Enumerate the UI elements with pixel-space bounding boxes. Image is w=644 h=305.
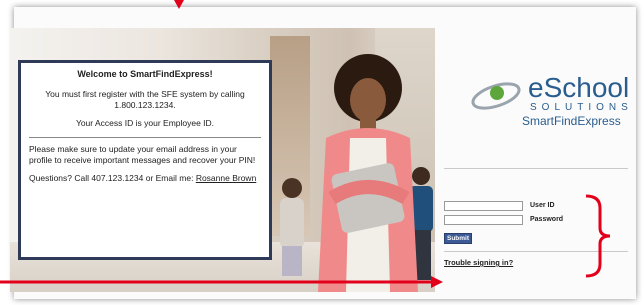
register-line: You must first register with the SFE sys…: [29, 89, 261, 110]
eschool-logo: eSchool SOLUTIONS SmartFindExpress: [470, 72, 630, 132]
swoosh-logo-icon: [471, 82, 521, 110]
user-id-label: User ID: [530, 202, 555, 209]
divider-top: [444, 168, 628, 169]
register-text: You must first register with the SFE sys…: [45, 89, 245, 99]
password-label: Password: [530, 216, 564, 223]
logo-solutions-text: SOLUTIONS: [530, 102, 633, 113]
woman-figure: [318, 54, 418, 292]
questions-text: Questions? Call 407.123.1234 or Email me…: [29, 173, 194, 184]
welcome-title: Welcome to SmartFindExpress!: [77, 69, 213, 79]
logo-e-letter: e: [528, 72, 544, 103]
register-phone: 1.800.123.1234.: [114, 99, 176, 110]
questions-line: Questions? Call 407.123.1234 or Email me…: [29, 173, 261, 184]
submit-button[interactable]: Submit: [444, 233, 472, 244]
contact-email-link[interactable]: Rosanne Brown: [196, 173, 256, 183]
logo-product-text: SmartFindExpress: [522, 114, 621, 128]
divider-bottom: [444, 251, 628, 252]
logo-school-word: School: [543, 72, 630, 103]
trouble-signing-in-link[interactable]: Trouble signing in?: [444, 258, 513, 267]
welcome-divider: [29, 136, 261, 138]
logo-school-text: eSchool: [528, 72, 629, 104]
welcome-panel: Welcome to SmartFindExpress! You must fi…: [18, 60, 272, 260]
user-id-input[interactable]: [444, 201, 523, 211]
access-id-note: Your Access ID is your Employee ID.: [75, 118, 215, 129]
password-input[interactable]: [444, 215, 523, 225]
update-email-note: Please make sure to update your email ad…: [29, 143, 256, 165]
